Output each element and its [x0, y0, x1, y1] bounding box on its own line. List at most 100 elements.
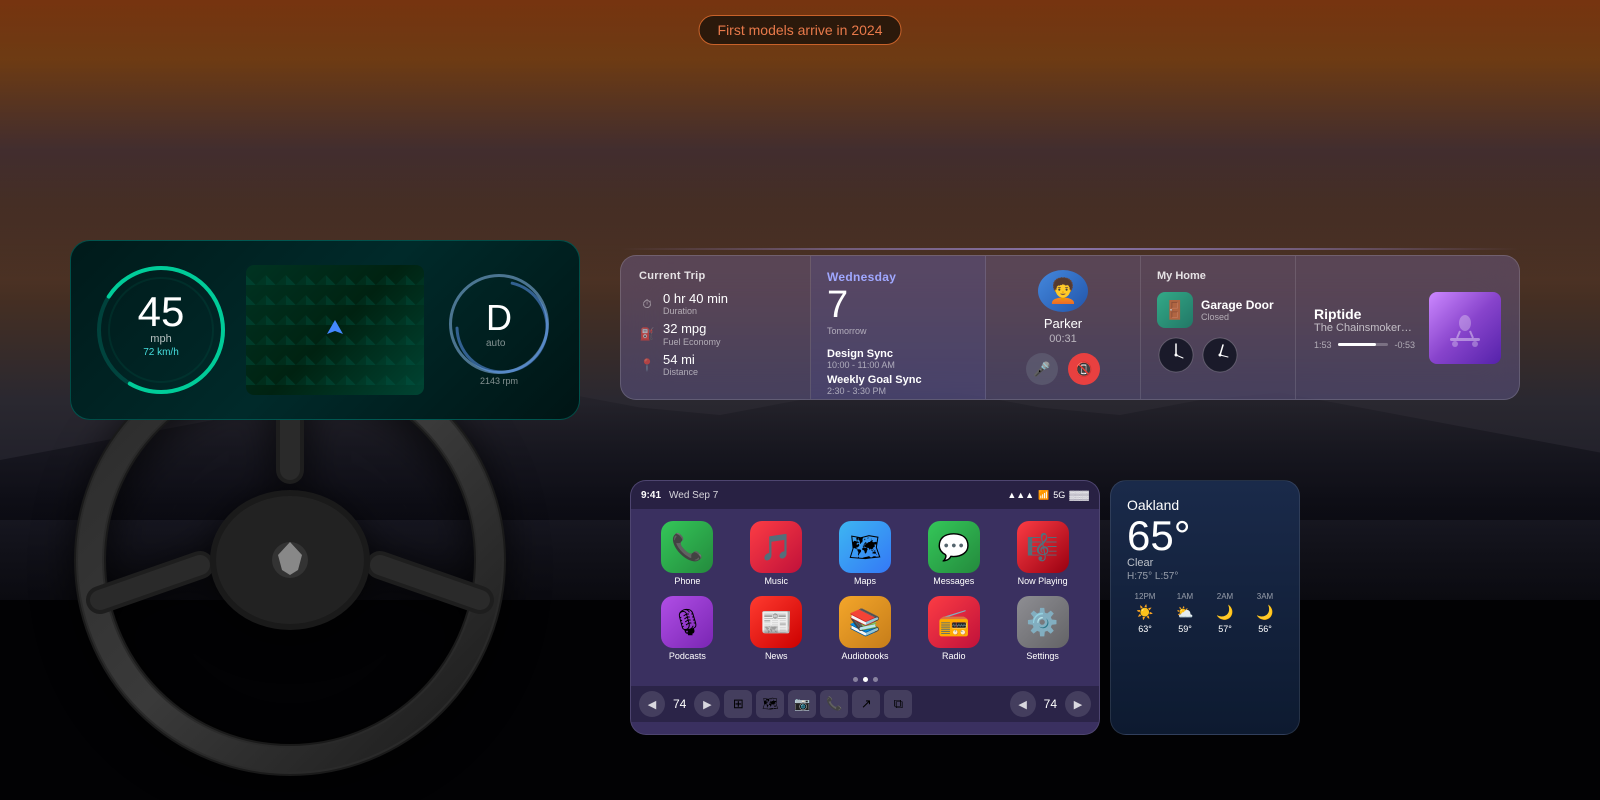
- forecast-col-1: 12PM ☀️ 63°: [1127, 592, 1163, 634]
- mute-button[interactable]: 🎤: [1026, 353, 1058, 385]
- signal-icon: ▲▲▲: [1007, 490, 1034, 500]
- caller-avatar: 🧑‍🦱: [1038, 270, 1088, 312]
- forecast-time-4: 3AM: [1257, 592, 1273, 601]
- cp-app-settings[interactable]: ⚙️ Settings: [1002, 596, 1083, 661]
- cp-dot-2: [863, 677, 868, 682]
- weather-forecast: 12PM ☀️ 63° 1AM ⛅ 59° 2AM 🌙 57° 3AM 🌙 56…: [1127, 592, 1283, 634]
- cal-event-2: Weekly Goal Sync 2:30 - 3:30 PM: [827, 374, 969, 396]
- home-title: My Home: [1157, 270, 1279, 282]
- speed-number: 45: [138, 291, 185, 333]
- forecast-col-2: 1AM ⛅ 59°: [1167, 592, 1203, 634]
- audiobooks-icon: 📚: [839, 596, 891, 648]
- speed-kmh: 72 km/h: [138, 347, 185, 358]
- hangup-button[interactable]: 📵: [1068, 353, 1100, 385]
- messages-label: Messages: [933, 576, 974, 586]
- cp-app-maps[interactable]: 🗺 Maps: [825, 521, 906, 586]
- trip-duration-row: ⏱ 0 hr 40 min Duration: [639, 292, 792, 316]
- battery-icon: ▓▓▓: [1069, 490, 1089, 500]
- call-controls: 🎤 📵: [1026, 353, 1100, 385]
- trip-duration-value: 0 hr 40 min: [663, 292, 728, 306]
- forecast-temp-3: 57°: [1218, 624, 1232, 634]
- trip-distance-value: 54 mi: [663, 353, 698, 367]
- cal-event2-name: Weekly Goal Sync: [827, 374, 969, 386]
- cp-bottombar: ◀ 74 ▶ ⊞ 🗺 📷 📞 ↗ ⧉ ◀ 74 ▶: [631, 686, 1099, 722]
- nowplaying-icon: 🎼: [1017, 521, 1069, 573]
- cal-day-name: Wednesday: [827, 270, 969, 284]
- cp-app-podcasts[interactable]: 🎙 Podcasts: [647, 596, 728, 661]
- nowplaying-label: Now Playing: [1018, 576, 1068, 586]
- album-art: [1429, 292, 1501, 364]
- trip-fuel-value: 32 mpg: [663, 322, 721, 336]
- cp-app-phone[interactable]: 📞 Phone: [647, 521, 728, 586]
- forecast-time-3: 2AM: [1217, 592, 1233, 601]
- announcement-text: First models arrive in 2024: [718, 22, 883, 38]
- forecast-time-2: 1AM: [1177, 592, 1193, 601]
- cp-maps-button[interactable]: 🗺: [756, 690, 784, 718]
- clock-icon: ⏱: [639, 296, 655, 312]
- home-item: 🚪 Garage Door Closed: [1157, 292, 1279, 328]
- cp-app-news[interactable]: 📰 News: [736, 596, 817, 661]
- clocks-row: [1157, 336, 1279, 374]
- gear-display: D auto 2143 rpm: [439, 260, 559, 400]
- cp-back-button[interactable]: ◀: [639, 691, 665, 717]
- carplay-screen: 9:41 Wed Sep 7 ▲▲▲ 📶 5G ▓▓▓ 📞 Phone 🎵 Mu…: [630, 480, 1100, 735]
- cp-phone-button[interactable]: 📞: [820, 690, 848, 718]
- distance-icon: 📍: [639, 357, 655, 373]
- gear-circle: D auto: [449, 274, 549, 374]
- maps-label: Maps: [854, 576, 876, 586]
- forecast-temp-1: 63°: [1138, 624, 1152, 634]
- weather-city: Oakland: [1127, 497, 1283, 513]
- announcement-badge: First models arrive in 2024: [699, 15, 902, 45]
- cp-app-messages[interactable]: 💬 Messages: [913, 521, 994, 586]
- instrument-cluster: 45 mph 72 km/h D auto 2143 rpm: [70, 240, 580, 420]
- cp-left-num: 74: [669, 697, 690, 711]
- cp-app-radio[interactable]: 📻 Radio: [913, 596, 994, 661]
- music-title: Riptide: [1314, 306, 1415, 322]
- podcasts-icon: 🎙: [661, 596, 713, 648]
- cp-dot-1: [853, 677, 858, 682]
- progress-fill: [1338, 343, 1376, 346]
- time-elapsed: 1:53: [1314, 340, 1332, 350]
- trip-distance-label: Distance: [663, 367, 698, 377]
- cp-app-music[interactable]: 🎵 Music: [736, 521, 817, 586]
- cp-switch-button[interactable]: ⧉: [884, 690, 912, 718]
- cp-forward-button[interactable]: ▶: [694, 691, 720, 717]
- cal-tomorrow: Tomorrow: [827, 326, 969, 336]
- news-icon: 📰: [750, 596, 802, 648]
- music-progress: 1:53 -0:53: [1314, 340, 1415, 350]
- trip-title: Current Trip: [639, 270, 792, 282]
- fuel-icon: ⛽: [639, 326, 655, 342]
- music-icon: 🎵: [750, 521, 802, 573]
- trip-distance-row: 📍 54 mi Distance: [639, 353, 792, 377]
- trip-duration-label: Duration: [663, 306, 728, 316]
- cp-date: Wed Sep 7: [669, 490, 1007, 501]
- cp-right-forward-button[interactable]: ▶: [1065, 691, 1091, 717]
- news-label: News: [765, 651, 788, 661]
- hud-bar: Current Trip ⏱ 0 hr 40 min Duration ⛽ 32…: [620, 255, 1520, 400]
- settings-icon: ⚙️: [1017, 596, 1069, 648]
- home-widget: My Home 🚪 Garage Door Closed: [1141, 256, 1296, 399]
- cp-carplay-button[interactable]: 📷: [788, 690, 816, 718]
- garage-door-icon: 🚪: [1157, 292, 1193, 328]
- forecast-col-3: 2AM 🌙 57°: [1207, 592, 1243, 634]
- speed-display: 45 mph 72 km/h: [138, 291, 185, 358]
- cp-share-button[interactable]: ↗: [852, 690, 880, 718]
- trip-fuel-row: ⛽ 32 mpg Fuel Economy: [639, 322, 792, 346]
- cp-right-back-button[interactable]: ◀: [1010, 691, 1036, 717]
- forecast-icon-1: ☀️: [1136, 604, 1153, 621]
- cp-app-nowplaying[interactable]: 🎼 Now Playing: [1002, 521, 1083, 586]
- forecast-temp-2: 59°: [1178, 624, 1192, 634]
- home-item-name: Garage Door: [1201, 298, 1274, 312]
- cp-appgrid: 📞 Phone 🎵 Music 🗺 Maps 💬 Messages 🎼 Now …: [631, 509, 1099, 673]
- trip-widget: Current Trip ⏱ 0 hr 40 min Duration ⛽ 32…: [621, 256, 811, 399]
- audiobooks-label: Audiobooks: [841, 651, 888, 661]
- time-remaining: -0:53: [1394, 340, 1415, 350]
- forecast-temp-4: 56°: [1258, 624, 1272, 634]
- weather-desc: Clear: [1127, 557, 1283, 569]
- wifi-icon: 📶: [1038, 490, 1049, 501]
- weather-hl: H:75° L:57°: [1127, 571, 1283, 582]
- music-widget: Riptide The Chainsmokers – So Far So Goo…: [1296, 256, 1519, 399]
- cp-grid-button[interactable]: ⊞: [724, 690, 752, 718]
- cp-app-audiobooks[interactable]: 📚 Audiobooks: [825, 596, 906, 661]
- call-widget: 🧑‍🦱 Parker 00:31 🎤 📵: [986, 256, 1141, 399]
